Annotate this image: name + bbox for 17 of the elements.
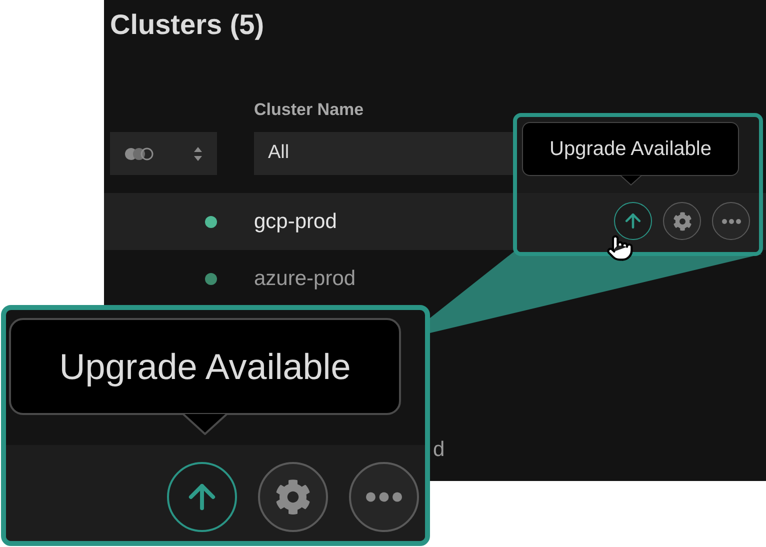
tooltip-pointer [620, 175, 642, 186]
cluster-name[interactable]: d [433, 434, 445, 466]
more-icon [366, 492, 402, 502]
status-select[interactable] [110, 132, 217, 175]
tooltip: Upgrade Available [522, 122, 739, 176]
gear-icon [275, 479, 311, 515]
cluster-name[interactable]: gcp-prod [254, 206, 337, 238]
sort-icon [193, 146, 203, 162]
hand-cursor-icon [606, 234, 634, 262]
tooltip-pointer [182, 413, 228, 435]
more-icon [722, 218, 740, 224]
gear-icon [672, 212, 692, 230]
column-header[interactable]: Cluster Name [254, 99, 364, 121]
cluster-name[interactable]: azure-prod [254, 262, 356, 294]
page-title: Clusters (5) [110, 8, 264, 42]
tooltip: Upgrade Available [9, 318, 401, 415]
toggle-icon [124, 146, 156, 160]
